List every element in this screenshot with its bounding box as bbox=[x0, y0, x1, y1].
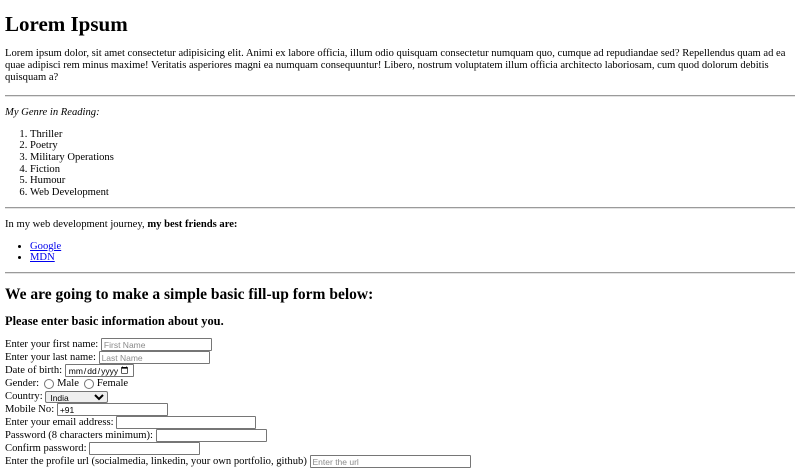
gender-female-label: Female bbox=[96, 378, 129, 390]
intro-paragraph: Lorem ipsum dolor, sit amet consectetur … bbox=[5, 48, 786, 84]
email-label: Enter your email address: bbox=[5, 417, 114, 429]
mobile-input[interactable] bbox=[56, 403, 168, 417]
first-name-row: Enter your first name: bbox=[5, 338, 795, 352]
friends-lead: In my web development journey, bbox=[5, 218, 145, 230]
last-name-row: Enter your last name: bbox=[5, 351, 795, 365]
confirm-label: Confirm password: bbox=[5, 443, 87, 455]
list-item: Humour bbox=[30, 175, 795, 187]
list-item: Web Development bbox=[30, 187, 795, 199]
dob-input[interactable] bbox=[64, 364, 134, 378]
genre-heading-text: My Genre in Reading: bbox=[5, 106, 100, 118]
list-item: Poetry bbox=[30, 140, 795, 152]
genre-list: Thriller Poetry Military Operations Fict… bbox=[5, 129, 795, 199]
country-select[interactable]: India bbox=[45, 390, 109, 403]
form-heading: We are going to make a simple basic fill… bbox=[5, 286, 374, 304]
mobile-label: Mobile No: bbox=[5, 404, 55, 416]
form-subheading: Please enter basic information about you… bbox=[5, 313, 224, 328]
friends-list: Google MDN bbox=[5, 241, 795, 264]
first-name-label: Enter your first name: bbox=[5, 339, 99, 351]
confirm-row: Confirm password: bbox=[5, 442, 795, 456]
list-item: MDN bbox=[30, 252, 795, 264]
divider bbox=[5, 272, 795, 275]
list-item: Thriller bbox=[30, 129, 795, 141]
list-item: Google bbox=[30, 241, 795, 253]
password-input[interactable] bbox=[155, 429, 267, 443]
dob-row: Date of birth: bbox=[5, 364, 795, 378]
friends-bold: my best friends are: bbox=[147, 218, 238, 230]
first-name-input[interactable] bbox=[100, 338, 212, 352]
link-mdn[interactable]: MDN bbox=[30, 252, 55, 263]
link-google[interactable]: Google bbox=[30, 241, 61, 252]
page: Lorem Ipsum Lorem ipsum dolor, sit amet … bbox=[0, 12, 800, 468]
gender-label: Gender: bbox=[5, 378, 40, 390]
profile-row: Enter the profile url (socialmedia, link… bbox=[5, 455, 795, 468]
mobile-row: Mobile No: bbox=[5, 403, 795, 417]
password-label: Password (8 characters minimum): bbox=[5, 430, 153, 442]
genre-heading: My Genre in Reading: bbox=[5, 107, 795, 119]
gender-female-radio[interactable] bbox=[83, 378, 94, 389]
gender-male-label: Male bbox=[57, 378, 79, 390]
email-row: Enter your email address: bbox=[5, 416, 795, 430]
profile-url-input[interactable] bbox=[309, 455, 471, 468]
email-input[interactable] bbox=[116, 416, 257, 430]
profile-label: Enter the profile url (socialmedia, link… bbox=[5, 456, 307, 468]
gender-row: Gender: Male Female bbox=[5, 377, 795, 390]
divider bbox=[5, 94, 795, 97]
password-row: Password (8 characters minimum): bbox=[5, 429, 795, 443]
confirm-password-input[interactable] bbox=[89, 442, 201, 456]
list-item: Fiction bbox=[30, 164, 795, 176]
list-item: Military Operations bbox=[30, 152, 795, 164]
dob-label: Date of birth: bbox=[5, 365, 63, 377]
country-row: Country: India bbox=[5, 390, 795, 403]
last-name-label: Enter your last name: bbox=[5, 352, 96, 364]
last-name-input[interactable] bbox=[98, 351, 210, 365]
page-title: Lorem Ipsum bbox=[5, 12, 128, 36]
country-label: Country: bbox=[5, 391, 43, 403]
divider bbox=[5, 206, 795, 209]
friends-paragraph: In my web development journey, my best f… bbox=[5, 219, 795, 231]
gender-male-radio[interactable] bbox=[44, 378, 55, 389]
